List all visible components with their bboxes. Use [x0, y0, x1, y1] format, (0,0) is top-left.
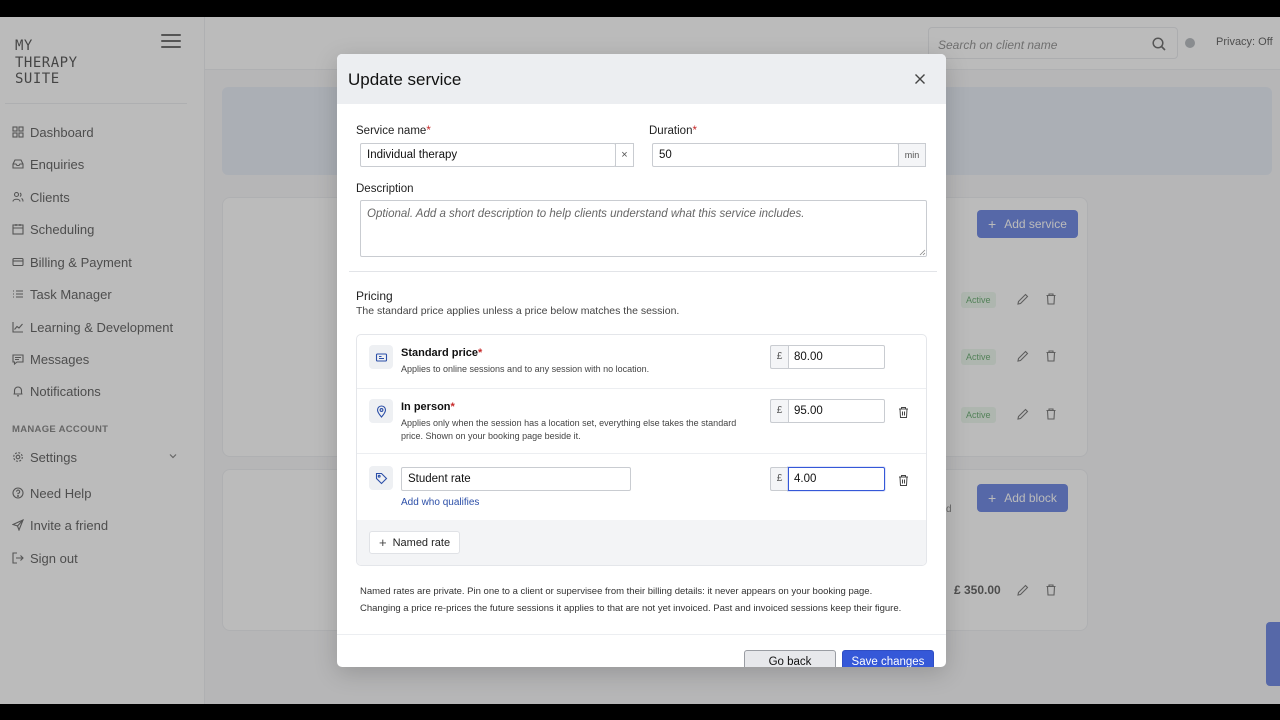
ticket-icon	[369, 345, 393, 369]
named-rate-name-input[interactable]: Student rate	[401, 467, 631, 491]
standard-price-input[interactable]: 80.00	[788, 345, 885, 369]
plus-icon: +	[379, 535, 387, 550]
currency-symbol: £	[770, 345, 788, 369]
in-person-price-input[interactable]: 95.00	[788, 399, 885, 423]
dialog-header: Update service	[337, 54, 946, 104]
resize-handle-icon[interactable]	[918, 248, 926, 256]
in-person-price-row: In person* Applies only when the session…	[357, 389, 926, 454]
named-rate-price-input[interactable]: 4.00	[788, 467, 885, 491]
duration-unit: min	[898, 143, 926, 167]
duration-label: Duration*	[649, 125, 697, 137]
update-service-dialog: Update service Service name* Individual …	[337, 54, 946, 667]
pricing-box: Standard price* Applies to online sessio…	[356, 334, 927, 566]
pricing-subtitle: The standard price applies unless a pric…	[356, 305, 680, 317]
service-name-label: Service name*	[356, 125, 431, 137]
clear-icon[interactable]: ×	[615, 143, 634, 167]
app-window: MY THERAPY SUITE Dashboard Enquiries Cli…	[0, 17, 1280, 704]
go-back-button[interactable]: Go back	[744, 650, 836, 667]
close-icon[interactable]	[911, 70, 929, 88]
add-who-qualifies-link[interactable]: Add who qualifies	[401, 497, 479, 508]
footer-divider	[337, 634, 946, 635]
section-divider	[349, 271, 937, 272]
tag-icon	[369, 466, 393, 490]
standard-price-row: Standard price* Applies to online sessio…	[357, 335, 926, 389]
trash-icon[interactable]	[897, 474, 910, 487]
pricing-box-footer: + Named rate	[357, 520, 926, 565]
duration-input[interactable]: 50	[652, 143, 899, 167]
standard-price-description: Applies to online sessions and to any se…	[401, 364, 650, 374]
currency-symbol: £	[770, 399, 788, 423]
currency-symbol: £	[770, 467, 788, 491]
named-rate-button-label: Named rate	[392, 536, 451, 549]
dialog-title: Update service	[348, 70, 462, 89]
description-textarea[interactable]: Optional. Add a short description to hel…	[360, 200, 927, 257]
in-person-description: Applies only when the session has a loca…	[401, 418, 737, 441]
trash-icon[interactable]	[897, 406, 910, 419]
standard-price-title: Standard price*	[401, 347, 483, 359]
in-person-title: In person*	[401, 401, 455, 413]
location-pin-icon	[369, 399, 393, 423]
save-changes-button[interactable]: Save changes	[842, 650, 934, 667]
service-name-input[interactable]: Individual therapy	[360, 143, 616, 167]
add-named-rate-button[interactable]: + Named rate	[369, 531, 461, 554]
description-label: Description	[356, 183, 414, 195]
price-change-note: Changing a price re-prices the future se…	[360, 603, 902, 614]
named-rates-note: Named rates are private. Pin one to a cl…	[360, 586, 873, 597]
pricing-heading: Pricing	[356, 289, 393, 303]
